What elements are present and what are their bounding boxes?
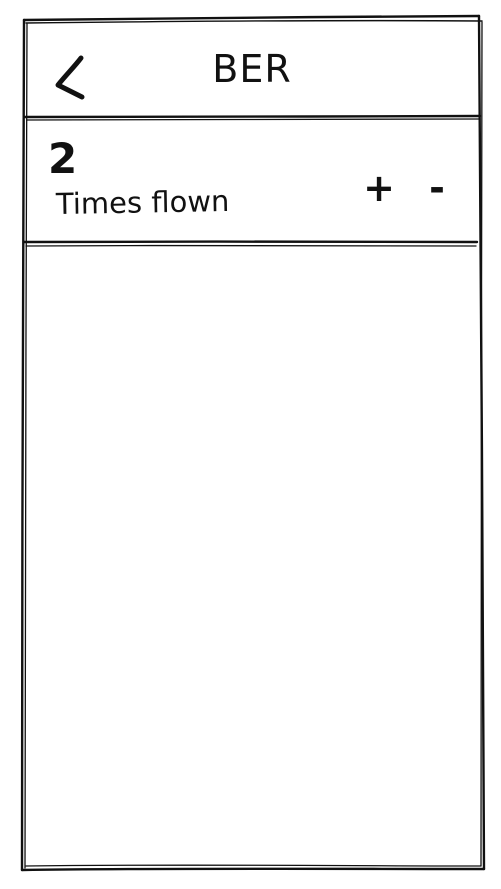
- content-area: [26, 250, 478, 862]
- decrement-button[interactable]: -: [420, 168, 454, 208]
- increment-button[interactable]: +: [362, 168, 396, 208]
- page-title: BER: [212, 47, 292, 91]
- count-label: Times flown: [55, 183, 230, 221]
- times-flown-counter: 2 Times flown + -: [26, 120, 478, 244]
- count-value: 2: [48, 134, 78, 183]
- app-header: BER: [26, 22, 478, 116]
